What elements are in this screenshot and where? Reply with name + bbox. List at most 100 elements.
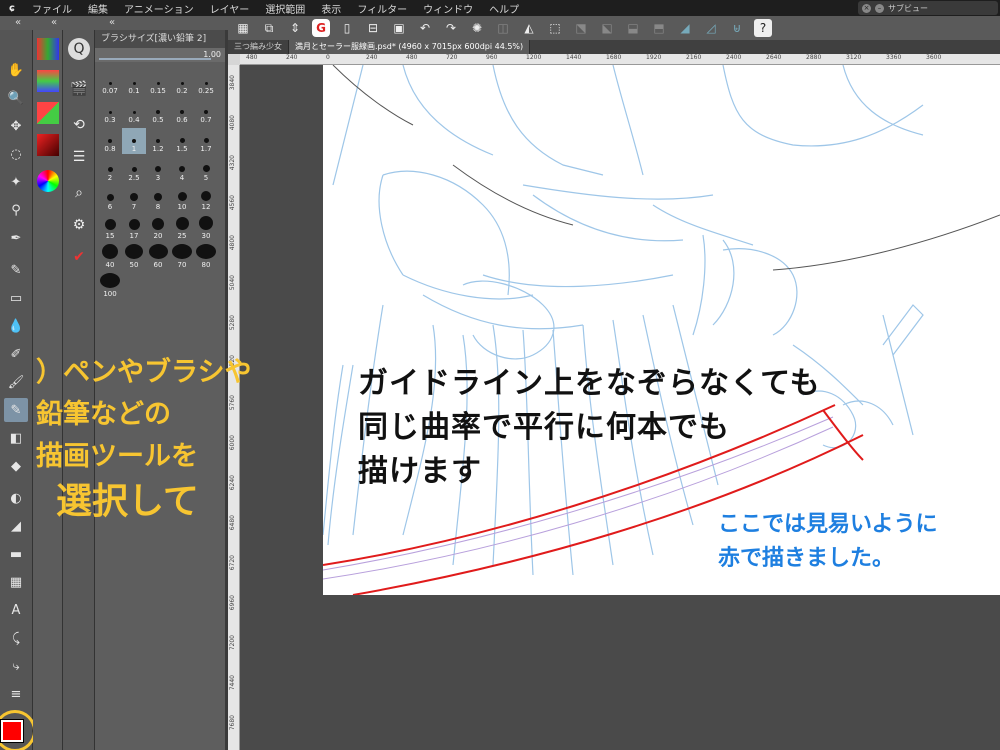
search-layer-icon[interactable]: ⌕ — [68, 182, 90, 204]
blend-icon[interactable]: 💧 — [4, 314, 28, 338]
menu-animation[interactable]: アニメーション — [116, 1, 202, 16]
brush-size-cell[interactable]: 4 — [170, 157, 194, 183]
brush-size-cell[interactable]: 0.8 — [98, 128, 122, 154]
brush-size-cell[interactable]: 17 — [122, 215, 146, 241]
brush-size-cell[interactable]: 0.2 — [170, 70, 194, 96]
brush-size-cell[interactable]: 10 — [170, 186, 194, 212]
navigator-icon[interactable]: Q — [68, 38, 90, 60]
brush-size-cell[interactable]: 20 — [146, 215, 170, 241]
brush-size-cell[interactable]: 1.2 — [146, 128, 170, 154]
menu-view[interactable]: 表示 — [313, 1, 349, 16]
menu-help[interactable]: ヘルプ — [481, 1, 527, 16]
brush-active-icon[interactable]: ✎ — [4, 398, 28, 422]
brush-stroke-icon[interactable]: ✔ — [68, 246, 90, 268]
brush-size-cell[interactable]: 1 — [122, 128, 146, 154]
brush-size-cell[interactable]: 80 — [194, 244, 218, 270]
redo-icon[interactable]: ↷ — [442, 19, 460, 37]
loading-icon[interactable]: ✺ — [468, 19, 486, 37]
deselect-icon[interactable]: ⬔ — [572, 19, 590, 37]
brush-size-cell[interactable]: 0.7 — [194, 99, 218, 125]
magic-wand-icon[interactable]: ✦ — [4, 170, 28, 194]
move-icon[interactable]: ✥ — [4, 114, 28, 138]
brush-size-cell[interactable]: 8 — [146, 186, 170, 212]
app-logo-icon[interactable]: ɕ — [0, 3, 24, 14]
undo-icon[interactable]: ↶ — [416, 19, 434, 37]
menu-file[interactable]: ファイル — [24, 1, 80, 16]
brush-size-cell[interactable]: 0.15 — [146, 70, 170, 96]
fill-bucket-icon[interactable]: ◫ — [494, 19, 512, 37]
color-slider-icon[interactable] — [37, 134, 59, 156]
layer-property-icon[interactable]: ⟲ — [68, 114, 90, 136]
help-icon[interactable]: ? — [754, 19, 772, 37]
brush-size-cell[interactable]: 25 — [170, 215, 194, 241]
menu-layer[interactable]: レイヤー — [202, 1, 258, 16]
brush-size-cell[interactable]: 12 — [194, 186, 218, 212]
brush-size-cell[interactable]: 1.5 — [170, 128, 194, 154]
crop-icon[interactable]: ⬓ — [624, 19, 642, 37]
menu-edit[interactable]: 編集 — [80, 1, 116, 16]
brush-size-cell[interactable]: 6 — [98, 186, 122, 212]
brush-size-cell[interactable]: 7 — [122, 186, 146, 212]
collapse-mid-icon[interactable]: « — [36, 16, 72, 30]
fill-icon[interactable]: ◆ — [4, 454, 28, 478]
brush-size-cell[interactable]: 60 — [146, 244, 170, 270]
trim-icon[interactable]: ⬒ — [650, 19, 668, 37]
frame-icon[interactable]: ▬ — [4, 542, 28, 566]
pencil-icon[interactable]: ✎ — [4, 258, 28, 282]
brush-size-cell[interactable]: 0.5 — [146, 99, 170, 125]
grid-icon[interactable]: ▦ — [234, 19, 252, 37]
open-icon[interactable]: ⊟ — [364, 19, 382, 37]
collapse-left-icon[interactable]: « — [0, 16, 36, 30]
hand-icon[interactable]: ✋ — [4, 58, 28, 82]
layers-icon[interactable]: ☰ — [68, 146, 90, 168]
brush-size-cell[interactable]: 2 — [98, 157, 122, 183]
brush-size-cell[interactable]: 0.07 — [98, 70, 122, 96]
brush-size-cell[interactable]: 3 — [146, 157, 170, 183]
brush-size-cell[interactable]: 1.7 — [194, 128, 218, 154]
new-page-icon[interactable]: ▯ — [338, 19, 356, 37]
clip-studio-icon[interactable]: G — [312, 19, 330, 37]
snap-grid-icon[interactable]: ◿ — [702, 19, 720, 37]
correct-line-icon[interactable]: ⤹ — [4, 626, 28, 650]
menu-lines-icon[interactable]: ≡ — [4, 682, 28, 706]
transform-icon[interactable]: ⬚ — [546, 19, 564, 37]
brush-size-cell[interactable]: 5 — [194, 157, 218, 183]
eyedropper-icon[interactable]: ⚲ — [4, 198, 28, 222]
balloon-icon[interactable]: ▦ — [4, 570, 28, 594]
brush-size-cell[interactable]: 50 — [122, 244, 146, 270]
brush-size-cell[interactable]: 0.6 — [170, 99, 194, 125]
gradient-icon[interactable]: ◧ — [4, 426, 28, 450]
minimize-icon[interactable]: – — [875, 3, 884, 13]
menu-window[interactable]: ウィンドウ — [415, 1, 481, 16]
color-set-icon[interactable] — [37, 38, 59, 60]
figure-icon[interactable]: ◐ — [4, 486, 28, 510]
brush-size-cell[interactable]: 40 — [98, 244, 122, 270]
ruler-icon[interactable]: ◢ — [4, 514, 28, 538]
brush-size-cell[interactable]: 0.1 — [122, 70, 146, 96]
tab-sailor-lineart[interactable]: 満月とセーラー服線画.psd* (4960 x 7015px 600dpi 44… — [289, 40, 531, 54]
airbrush-icon[interactable]: ✐ — [4, 342, 28, 366]
brush-size-slider[interactable]: 1.00 — [95, 48, 225, 62]
save-icon[interactable]: ▣ — [390, 19, 408, 37]
brush-icon[interactable]: 🖌 — [4, 370, 28, 394]
color-wheel-icon[interactable] — [37, 170, 59, 192]
brush-size-cell[interactable]: 30 — [194, 215, 218, 241]
fill-layer-icon[interactable]: ◭ — [520, 19, 538, 37]
arrows-icon[interactable]: ⇕ — [286, 19, 304, 37]
collapse-right-icon[interactable]: « — [72, 16, 152, 30]
tab-braid-girl[interactable]: 三つ編み少女 — [228, 40, 289, 54]
close-icon[interactable]: × — [862, 3, 871, 13]
brush-size-cell[interactable]: 0.4 — [122, 99, 146, 125]
new-file-icon[interactable]: ⧉ — [260, 19, 278, 37]
eraser-icon[interactable]: ▭ — [4, 286, 28, 310]
brush-size-cell[interactable]: 15 — [98, 215, 122, 241]
vector-icon[interactable]: ⤷ — [4, 654, 28, 678]
subview-tab[interactable]: × – サブビュー — [858, 1, 998, 15]
settings-icon[interactable]: ⚙ — [68, 214, 90, 236]
snap-ruler-icon[interactable]: ◢ — [676, 19, 694, 37]
intermediate-color-icon[interactable] — [37, 70, 59, 92]
zoom-icon[interactable]: 🔍 — [4, 86, 28, 110]
pen-icon[interactable]: ✒ — [4, 226, 28, 250]
brush-size-cell[interactable]: 2.5 — [122, 157, 146, 183]
animation-icon[interactable]: 🎬 — [68, 78, 90, 100]
